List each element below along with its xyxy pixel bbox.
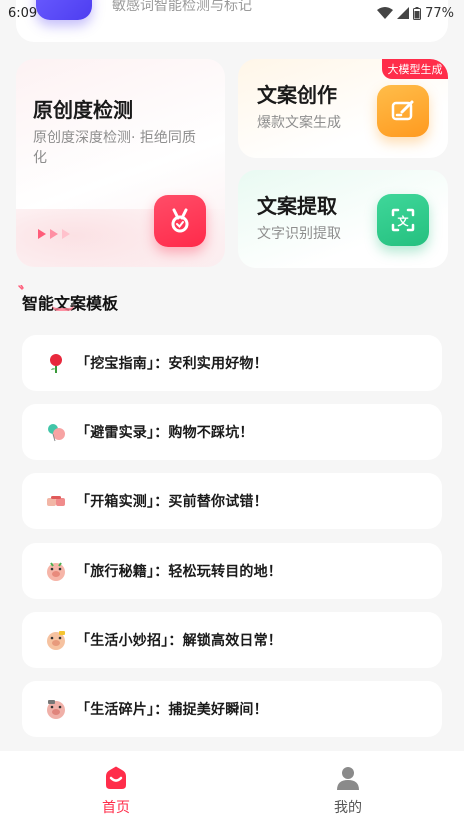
- status-bar: 6:09 77%: [0, 0, 464, 26]
- nav-home[interactable]: 首页: [0, 751, 232, 825]
- text-extract-card[interactable]: 文案提取 文字识别提取 文: [238, 170, 448, 268]
- user-icon: [337, 767, 359, 790]
- status-time: 6:09: [8, 5, 38, 21]
- nav-mine-label: 我的: [334, 800, 362, 816]
- nav-mine[interactable]: 我的: [232, 751, 464, 825]
- originality-check-subtitle: 原创度深度检测· 拒绝同质化: [33, 130, 196, 166]
- battery-percent: 77%: [425, 5, 454, 21]
- template-item-treasure[interactable]: 「挖宝指南」：安利实用好物！: [22, 335, 442, 391]
- template-item-moments[interactable]: 「生活碎片」：捕捉美好瞬间！: [22, 681, 442, 737]
- bottom-nav: 首页 我的: [0, 751, 464, 825]
- wifi-icon: [377, 7, 394, 19]
- text-extract-title: 文案提取: [257, 194, 337, 218]
- template-text: 「生活碎片」：捕捉美好瞬间！: [76, 702, 268, 718]
- signal-icon: [397, 7, 410, 19]
- rose-icon: [44, 351, 68, 375]
- pig-face-icon: [44, 559, 68, 583]
- template-text: 「旅行秘籍」：轻松玩转目的地！: [76, 564, 282, 580]
- pig-face-icon: [44, 628, 68, 652]
- template-text: 「挖宝指南」：安利实用好物！: [76, 356, 268, 372]
- copywriting-title: 文案创作: [257, 83, 337, 107]
- status-icons: 77%: [377, 6, 454, 21]
- template-item-unboxing[interactable]: 「开箱实测」：买前替你试错！: [22, 473, 442, 529]
- scan-text-icon: 文: [377, 194, 429, 246]
- home-icon: [106, 766, 126, 789]
- text-extract-subtitle: 文字识别提取: [257, 226, 341, 242]
- template-text: 「避雷实录」：购物不踩坑！: [76, 425, 254, 441]
- llm-badge: 大模型生成: [382, 59, 448, 79]
- thumbs-down-icon: [44, 489, 68, 513]
- balloon-icon: [44, 420, 68, 444]
- nav-home-label: 首页: [102, 800, 130, 816]
- template-item-tips[interactable]: 「生活小妙招」：解锁高效日常！: [22, 612, 442, 668]
- copywriting-subtitle: 爆款文案生成: [257, 115, 341, 131]
- battery-icon: [413, 6, 422, 20]
- arrows-icon: [38, 229, 70, 239]
- originality-check-card[interactable]: 原创度检测 原创度深度检测· 拒绝同质化: [16, 59, 225, 267]
- edit-icon: [377, 85, 429, 137]
- template-item-travel[interactable]: 「旅行秘籍」：轻松玩转目的地！: [22, 543, 442, 599]
- template-text: 「生活小妙招」：解锁高效日常！: [76, 633, 282, 649]
- pig-face-icon: [44, 697, 68, 721]
- template-text: 「开箱实测」：买前替你试错！: [76, 494, 268, 510]
- svg-text:文: 文: [398, 214, 410, 228]
- originality-check-title: 原创度检测: [33, 98, 133, 122]
- template-item-avoid[interactable]: 「避雷实录」：购物不踩坑！: [22, 404, 442, 460]
- medal-icon: [154, 195, 206, 247]
